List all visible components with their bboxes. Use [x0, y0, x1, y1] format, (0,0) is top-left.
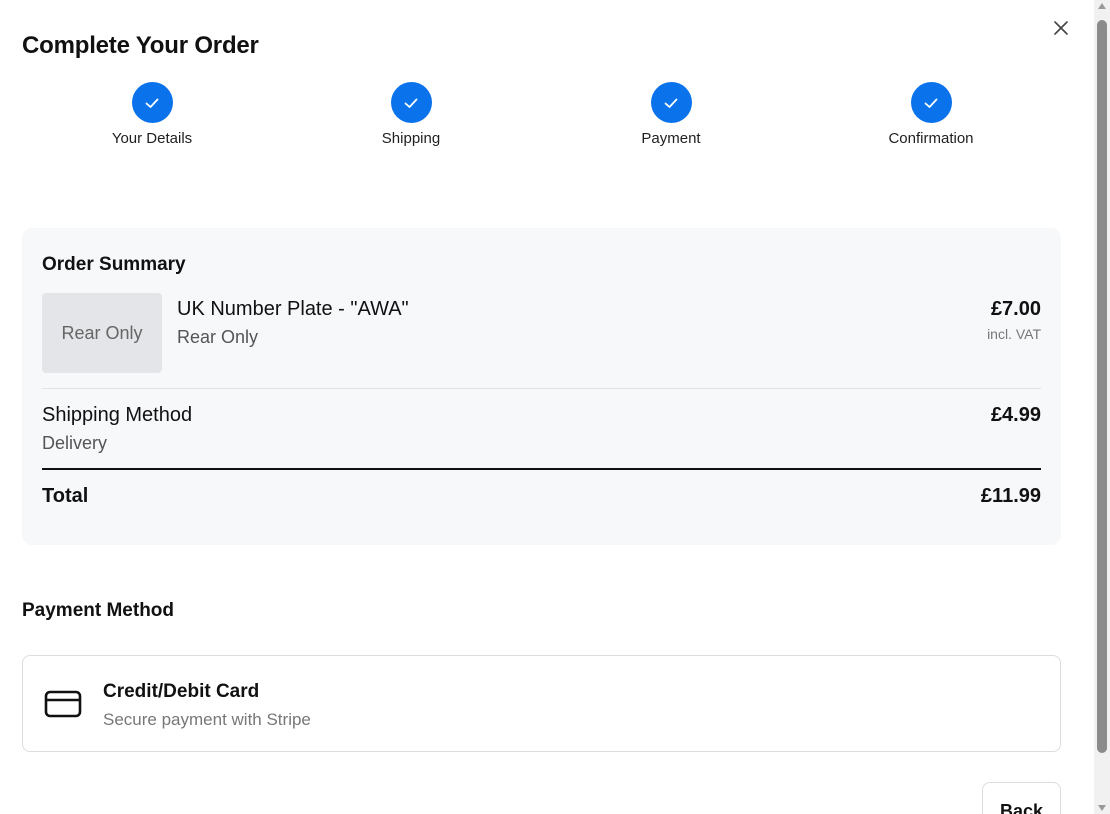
order-summary-card: Order Summary Rear Only UK Number Plate …: [22, 228, 1061, 545]
shipping-price: £4.99: [990, 404, 1041, 426]
scrollbar[interactable]: [1094, 0, 1110, 814]
step-payment: Payment: [591, 82, 751, 147]
payment-method-heading: Payment Method: [22, 600, 175, 621]
check-icon: [145, 98, 159, 108]
page-title: Complete Your Order: [22, 32, 259, 59]
step-complete-badge: [390, 82, 432, 123]
step-complete-badge: [131, 82, 173, 123]
credit-card-icon: [43, 688, 83, 720]
shipping-method-value: Delivery: [42, 433, 108, 453]
check-icon: [924, 98, 938, 108]
step-label: Your Details: [111, 130, 193, 147]
check-icon: [404, 98, 418, 108]
product-variant: Rear Only: [177, 327, 259, 347]
step-your-details: Your Details: [72, 82, 232, 147]
product-thumbnail: Rear Only: [42, 293, 162, 373]
step-complete-badge: [650, 82, 692, 123]
step-label: Shipping: [381, 130, 441, 147]
total-price: £11.99: [980, 485, 1041, 507]
vat-note: incl. VAT: [987, 326, 1041, 342]
scrollbar-thumb[interactable]: [1097, 20, 1107, 753]
step-confirmation: Confirmation: [851, 82, 1011, 147]
step-shipping: Shipping: [331, 82, 491, 147]
order-summary-heading: Order Summary: [42, 254, 186, 275]
checkout-modal: Complete Your Order Your Details Shippin…: [0, 0, 1094, 814]
product-name: UK Number Plate - "AWA": [177, 298, 409, 320]
total-label: Total: [42, 485, 89, 507]
check-icon: [664, 98, 678, 108]
shipping-method-label: Shipping Method: [42, 404, 193, 426]
step-label: Confirmation: [888, 130, 974, 147]
step-label: Payment: [641, 130, 701, 147]
payment-option-card[interactable]: Credit/Debit Card Secure payment with St…: [22, 655, 1061, 752]
payment-option-title: Credit/Debit Card: [103, 681, 260, 702]
progress-stepper: Your Details Shipping Payment Confirmati…: [22, 82, 1061, 152]
scroll-up-arrow-icon[interactable]: [1098, 3, 1106, 9]
divider: [42, 388, 1041, 389]
payment-option-subtitle: Secure payment with Stripe: [103, 710, 311, 729]
scroll-down-arrow-icon[interactable]: [1098, 805, 1106, 811]
product-price: £7.00: [990, 298, 1041, 320]
close-icon[interactable]: [1050, 17, 1072, 39]
back-button[interactable]: Back: [982, 782, 1061, 814]
total-divider: [42, 468, 1041, 470]
step-complete-badge: [910, 82, 952, 123]
